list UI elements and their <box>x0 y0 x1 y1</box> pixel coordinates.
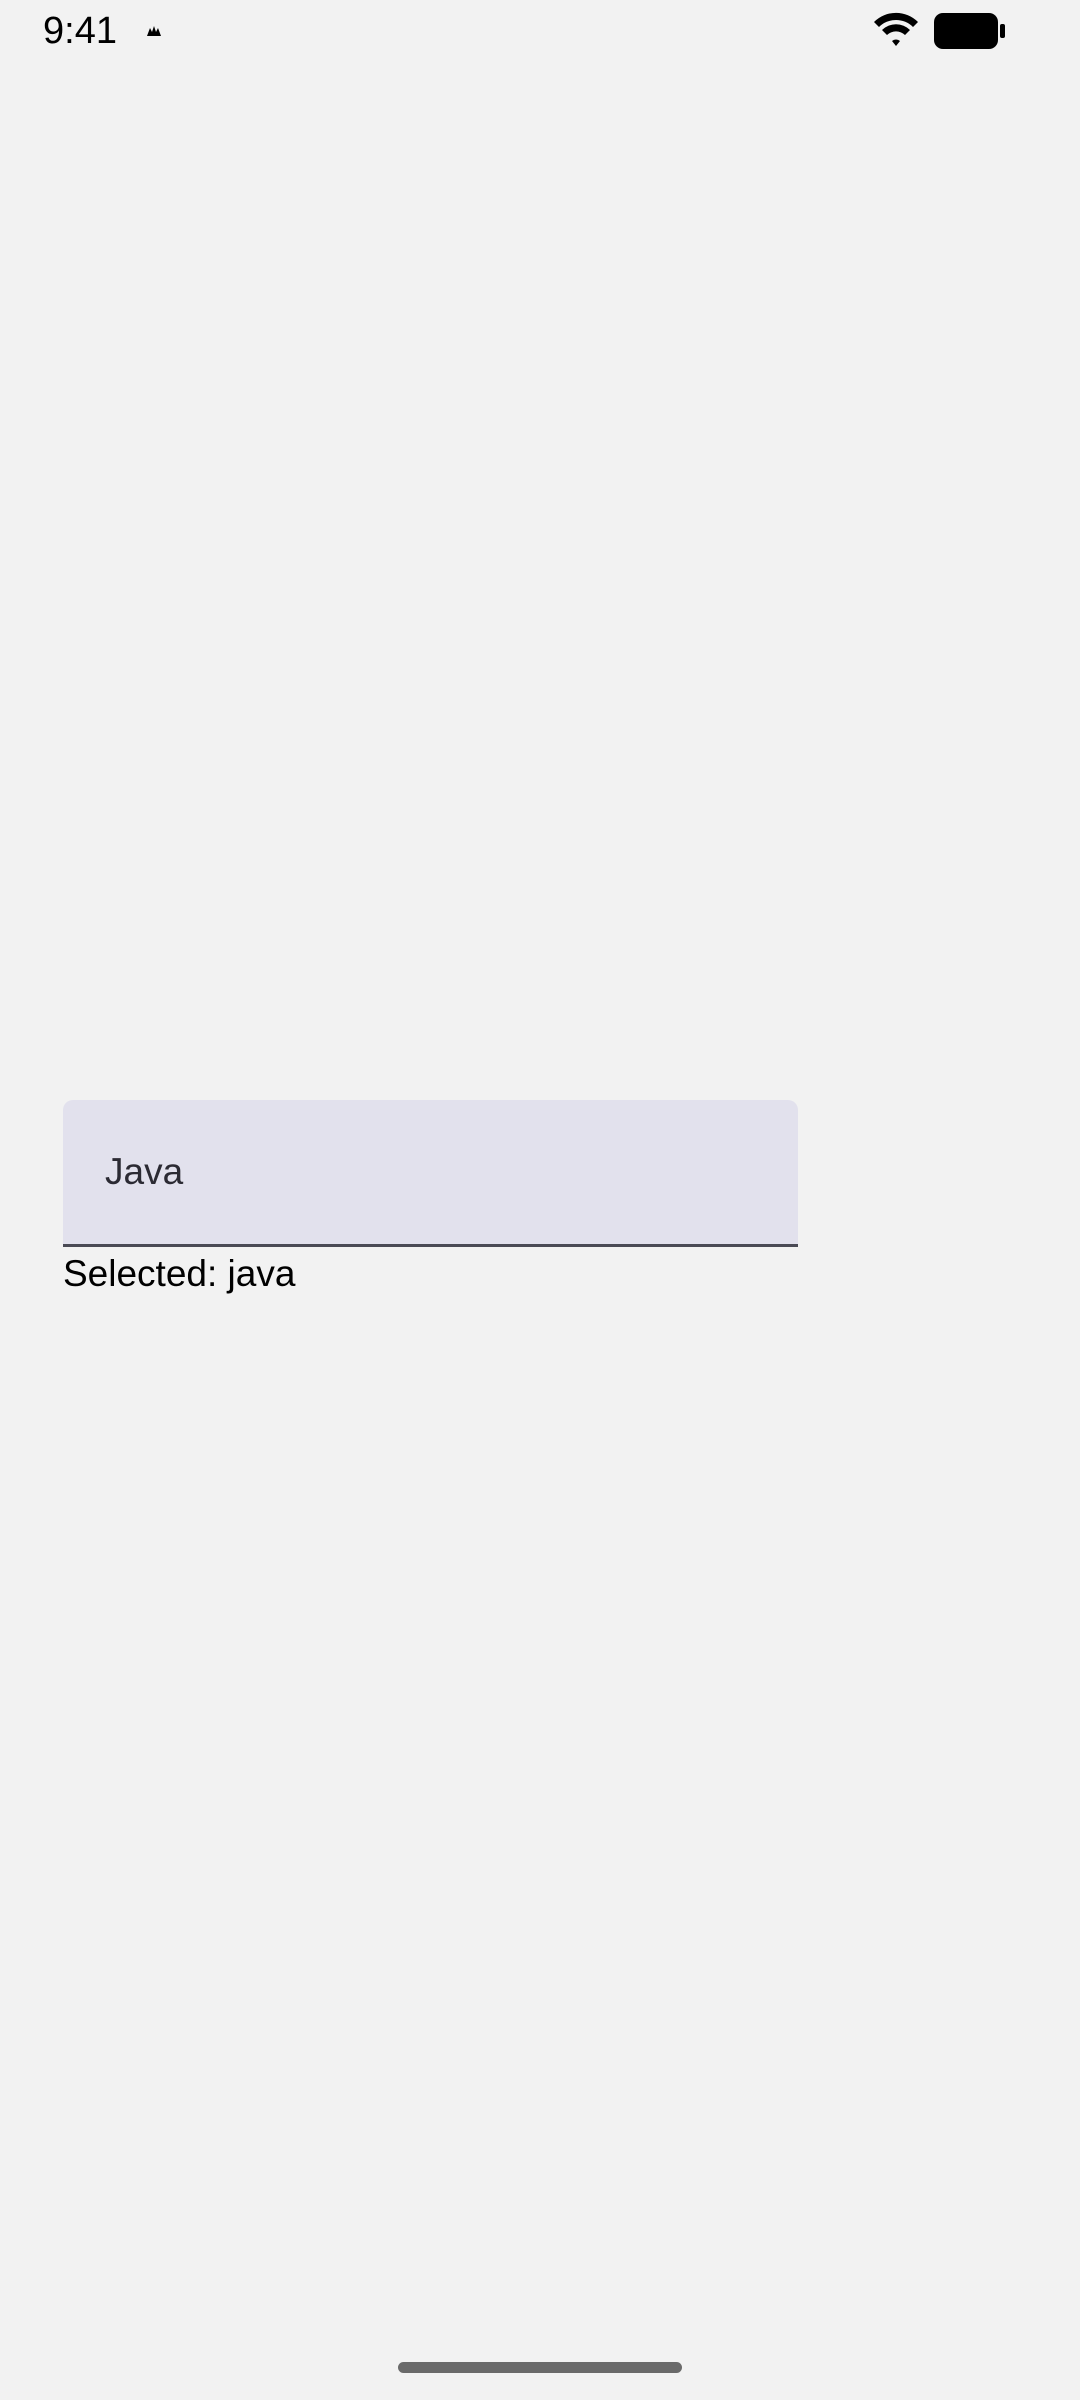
dropdown-selected-value: Java <box>105 1151 184 1192</box>
status-time: 9:41 <box>43 10 117 52</box>
language-dropdown[interactable]: Java <box>63 1100 798 1247</box>
home-indicator[interactable] <box>398 2362 682 2373</box>
battery-icon <box>934 13 1005 49</box>
selected-value-label: Selected: java <box>63 1253 296 1294</box>
status-bar: 9:41 <box>0 0 1080 62</box>
wifi-icon <box>874 12 918 46</box>
android-notification-icon <box>147 26 161 36</box>
